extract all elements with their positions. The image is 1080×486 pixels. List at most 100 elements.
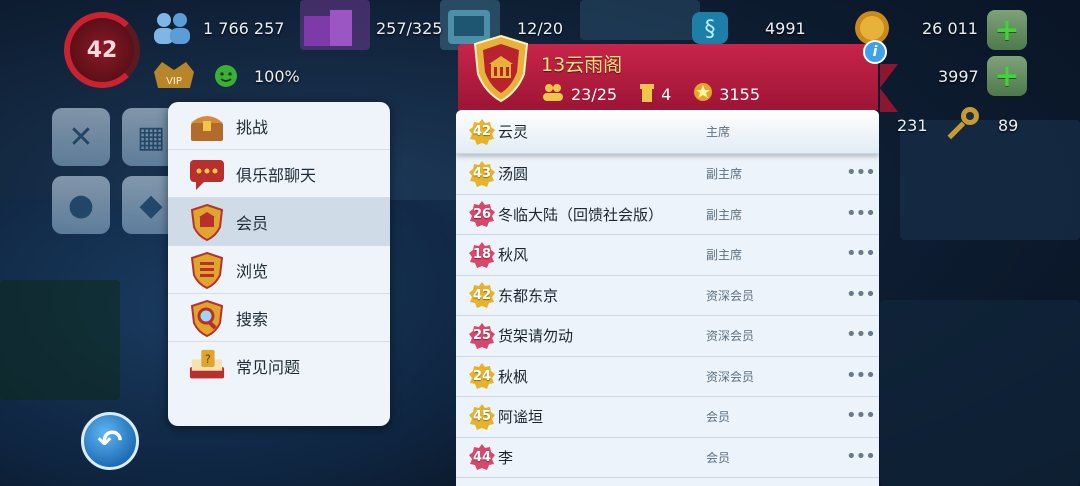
keys-value: 89: [998, 116, 1019, 135]
member-name: 李: [498, 448, 514, 467]
add-simcash-button[interactable]: +: [987, 56, 1027, 96]
menu-item-search[interactable]: 搜索: [168, 294, 390, 342]
member-level-badge: 42: [468, 118, 496, 146]
friends-button[interactable]: ●: [52, 176, 110, 234]
member-row[interactable]: 25 货架请勿动 资深会员 •••: [456, 316, 879, 357]
menu-label: 会员: [236, 213, 269, 233]
member-more-button[interactable]: •••: [846, 203, 876, 224]
menu-item-browse[interactable]: 浏览: [168, 246, 390, 294]
add-coins-button[interactable]: +: [987, 10, 1027, 50]
member-more-button[interactable]: •••: [846, 405, 876, 426]
help-book-icon: ?: [188, 347, 226, 385]
member-level: 42: [472, 124, 492, 139]
treasure-chest-icon: [188, 107, 226, 145]
menu-item-faq[interactable]: ? 常见问题: [168, 342, 390, 390]
member-role: 会员: [706, 410, 731, 425]
simoleon-value: 4991: [765, 19, 806, 38]
menu-label: 俱乐部聊天: [236, 165, 317, 185]
member-level: 43: [472, 166, 492, 182]
member-row[interactable]: 44 李 会员 •••: [456, 438, 879, 478]
member-more-button[interactable]: •••: [846, 446, 876, 467]
menu-label: 挑战: [236, 117, 269, 137]
member-more-button[interactable]: •••: [846, 162, 876, 183]
member-role: 资深会员: [706, 288, 755, 303]
member-list[interactable]: 42 云灵 主席 43 汤圆 副主席 ••• 26 冬临大陆（回馈社会版） 副主席 ••• 18 秋风副…: [456, 110, 879, 486]
member-level-badge: 24: [468, 362, 496, 390]
club-name: 13云雨阁: [541, 54, 623, 76]
building: [880, 300, 1080, 486]
member-level-badge: 26: [468, 200, 496, 228]
member-role: 副主席: [706, 207, 743, 222]
member-level-badge: 44: [468, 443, 496, 471]
member-role: 资深会员: [706, 329, 755, 344]
member-row[interactable]: 42 云灵 主席: [456, 110, 879, 154]
tools-button[interactable]: ✕: [52, 108, 110, 166]
club-menu: 挑战 俱乐部聊天 会员 浏览 搜索 ? 常见问题: [168, 102, 390, 426]
member-row[interactable]: 18 秋风 副主席 •••: [456, 235, 879, 276]
member-level-badge: 18: [468, 241, 496, 269]
member-role: 会员: [706, 450, 731, 465]
gold-coin-value: 26 011: [922, 19, 978, 38]
member-more-button[interactable]: •••: [846, 284, 876, 305]
menu-label: 浏览: [236, 261, 269, 281]
member-more-button[interactable]: •••: [846, 324, 876, 345]
member-level-badge: 45: [468, 403, 496, 431]
key-icon: [940, 104, 984, 144]
happiness-icon: [214, 64, 238, 88]
building: [580, 0, 700, 40]
member-name: 阿谧垣: [498, 408, 544, 427]
player-level: 42: [86, 37, 118, 63]
svg-text:§: §: [705, 17, 716, 42]
member-name: 东都东京: [498, 286, 559, 305]
club-emblem-icon: [471, 34, 531, 104]
storage-value: 257/325: [376, 19, 443, 38]
banner-tail: [880, 64, 898, 112]
magnifier-icon: [188, 299, 226, 337]
member-level: 42: [472, 287, 492, 303]
club-info-button[interactable]: i: [863, 40, 887, 64]
member-level-badge: 43: [468, 160, 496, 188]
club-towers-count: 4: [661, 84, 672, 104]
member-name: 秋枫: [498, 367, 529, 386]
member-more-button[interactable]: •••: [846, 243, 876, 264]
menu-item-members[interactable]: 会员: [168, 198, 390, 246]
points-star-icon: [693, 82, 713, 106]
member-name: 云灵: [498, 123, 529, 141]
member-role: 副主席: [706, 248, 743, 263]
vip-label: VIP: [166, 76, 182, 87]
member-role: 副主席: [706, 167, 743, 182]
member-level: 45: [472, 409, 492, 425]
back-button[interactable]: ↶: [81, 412, 139, 470]
member-role: 资深会员: [706, 369, 755, 384]
vip-badge-icon[interactable]: VIP: [150, 58, 198, 94]
storage-icon: [300, 6, 356, 48]
member-row[interactable]: 24 秋枫 资深会员 •••: [456, 357, 879, 397]
member-row[interactable]: 26 冬临大陆（回馈社会版） 副主席 •••: [456, 195, 879, 235]
trees: [0, 280, 120, 400]
member-level: 44: [472, 449, 492, 465]
member-name: 秋风: [498, 246, 529, 265]
member-level: 24: [472, 368, 492, 384]
menu-label: 常见问题: [236, 358, 301, 377]
club-stats: 23/25 4 3155: [541, 82, 760, 106]
player-level-ring[interactable]: 42: [64, 12, 140, 88]
menu-label: 搜索: [236, 309, 269, 329]
menu-item-challenge[interactable]: 挑战: [168, 102, 390, 150]
member-level: 26: [472, 206, 492, 222]
tower-icon: [639, 82, 655, 106]
member-name: 汤圆: [498, 165, 529, 184]
menu-item-club-chat[interactable]: 俱乐部聊天: [168, 150, 390, 198]
member-row[interactable]: 45 阿谧垣 会员 •••: [456, 397, 879, 438]
club-shield-icon: [188, 203, 226, 241]
member-level-badge: 25: [468, 322, 496, 350]
population-value: 1 766 257: [203, 19, 285, 38]
member-row[interactable]: 43 汤圆 副主席 •••: [456, 154, 879, 195]
member-row[interactable]: 42 东都东京 资深会员 •••: [456, 276, 879, 316]
happiness-value: 100%: [254, 67, 300, 86]
back-arrow-icon: ↶: [97, 423, 123, 459]
simcash-value: 3997: [938, 67, 979, 86]
population-icon: [148, 8, 196, 48]
member-level-badge: 42: [468, 281, 496, 309]
member-more-button[interactable]: •••: [846, 365, 876, 386]
extra-value: 231: [897, 116, 928, 135]
